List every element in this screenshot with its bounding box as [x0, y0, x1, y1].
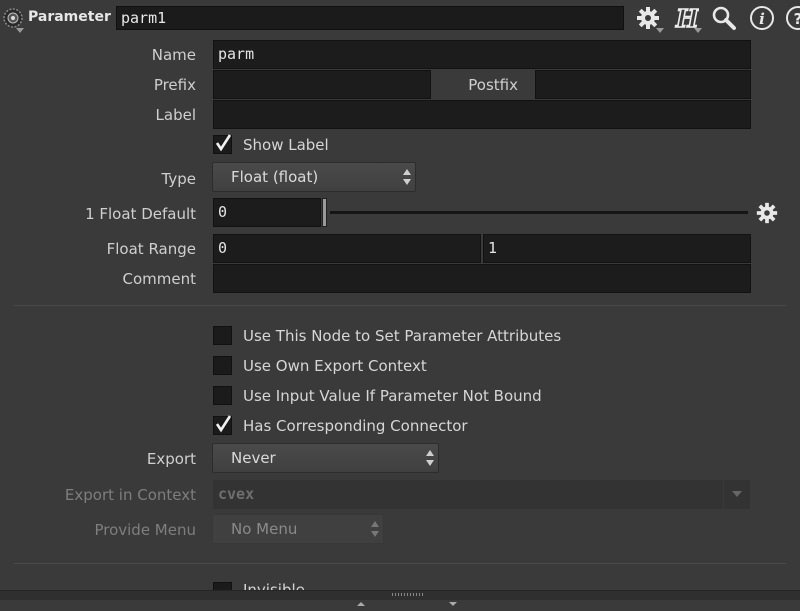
name-label: Name	[151, 46, 196, 64]
float-default-slider-handle[interactable]	[322, 198, 327, 227]
comment-field[interactable]	[213, 264, 751, 293]
postfix-field[interactable]	[535, 70, 751, 99]
type-dropdown[interactable]: Float (float)	[212, 162, 416, 192]
comment-label: Comment	[122, 270, 197, 288]
header-title: Parameter	[28, 9, 111, 25]
svg-text:i: i	[759, 10, 765, 28]
provide-menu-label: Provide Menu	[94, 521, 196, 539]
help-question-icon[interactable]: ?	[784, 4, 800, 32]
postfix-label: Postfix	[468, 76, 518, 94]
label-field[interactable]	[213, 100, 751, 129]
dropdown-arrow-icon	[732, 491, 742, 497]
label-label: Label	[155, 106, 196, 124]
float-default-label: 1 Float Default	[85, 205, 196, 223]
section-divider	[14, 563, 786, 564]
use-input-value-text: Use Input Value If Parameter Not Bound	[243, 387, 542, 405]
use-own-export-text: Use Own Export Context	[243, 357, 427, 375]
float-default-field[interactable]: 0	[213, 198, 321, 227]
use-input-value-checkbox[interactable]	[213, 386, 232, 405]
updown-arrows-icon	[426, 450, 434, 466]
prefix-field[interactable]	[213, 70, 431, 99]
type-dropdown-value: Float (float)	[231, 168, 319, 186]
invisible-row: Invisible	[0, 578, 800, 590]
export-label: Export	[146, 450, 196, 468]
search-icon[interactable]	[710, 4, 738, 32]
float-range-label: Float Range	[106, 240, 196, 258]
type-label: Type	[161, 170, 196, 188]
float-range-min-field[interactable]: 0	[213, 234, 481, 263]
svg-text:?: ?	[794, 10, 800, 28]
channel-gear-icon[interactable]	[755, 201, 779, 229]
gear-dropdown-arrow-icon[interactable]	[656, 28, 664, 33]
provide-menu-value: No Menu	[231, 520, 298, 538]
use-own-export-checkbox[interactable]	[213, 356, 232, 375]
show-label-checkbox[interactable]	[213, 134, 232, 154]
prefix-label: Prefix	[153, 76, 196, 94]
invisible-text: Invisible	[243, 581, 305, 590]
updown-arrows-icon	[403, 169, 411, 185]
info-icon[interactable]: i	[748, 4, 776, 32]
has-connector-checkbox[interactable]	[213, 415, 232, 435]
scroll-up-arrow-icon[interactable]	[356, 592, 366, 611]
provide-menu-dropdown: No Menu	[212, 514, 384, 544]
use-node-attrs-checkbox[interactable]	[213, 326, 232, 345]
export-context-menu-button	[724, 480, 750, 509]
splitter-grip-icon[interactable]	[392, 593, 424, 596]
export-context-field: cvex	[213, 480, 723, 509]
export-dropdown-value: Never	[231, 449, 276, 467]
node-dial-icon[interactable]	[2, 7, 24, 29]
help-dropdown-arrow-icon[interactable]	[694, 28, 702, 33]
checkmark-icon	[215, 415, 232, 433]
float-default-slider-track[interactable]	[330, 211, 748, 214]
show-label-text: Show Label	[243, 136, 329, 154]
scroll-down-arrow-icon[interactable]	[448, 592, 458, 611]
node-name-field[interactable]: parm1	[116, 6, 624, 30]
updown-arrows-icon	[371, 521, 379, 537]
name-field[interactable]: parm	[213, 40, 751, 69]
float-range-max-field[interactable]: 1	[483, 234, 751, 263]
invisible-checkbox[interactable]	[213, 582, 232, 590]
export-context-label: Export in Context	[64, 486, 196, 504]
section-divider	[14, 305, 786, 306]
checkmark-icon	[215, 134, 232, 152]
use-node-attrs-text: Use This Node to Set Parameter Attribute…	[243, 327, 562, 345]
has-connector-text: Has Corresponding Connector	[243, 417, 468, 435]
export-dropdown[interactable]: Never	[212, 443, 439, 473]
node-dial-dropdown-arrow-icon[interactable]	[16, 28, 24, 33]
